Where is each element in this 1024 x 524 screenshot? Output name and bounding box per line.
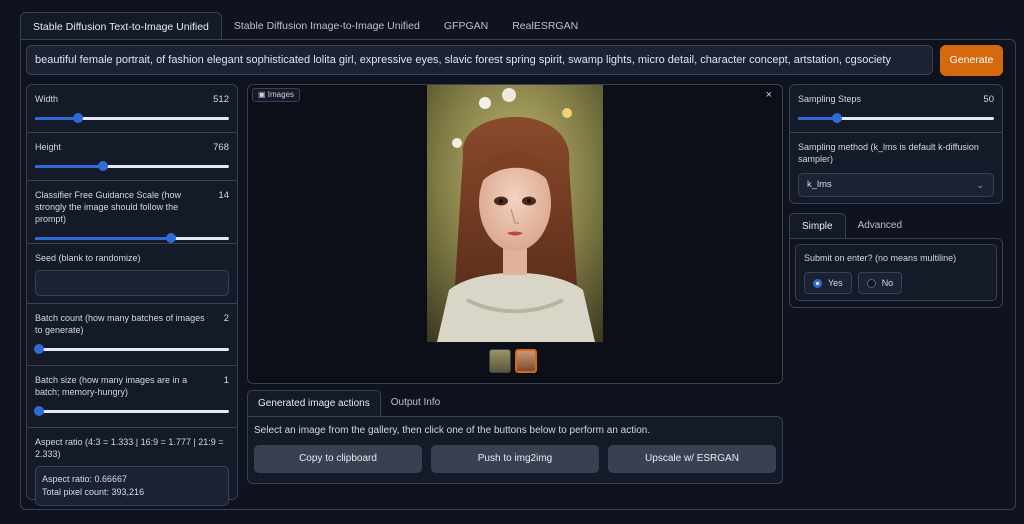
gallery-label-text: Images xyxy=(267,90,295,99)
cfg-value: 14 xyxy=(218,190,229,201)
slider-thumb[interactable] xyxy=(33,406,44,416)
thumbnail-2[interactable] xyxy=(515,349,537,373)
sampler-select[interactable]: k_lms ⌄ xyxy=(798,173,994,197)
cfg-label: Classifier Free Guidance Scale (how stro… xyxy=(35,190,182,224)
generated-portrait-image[interactable] xyxy=(427,85,603,342)
batch-size-block: Batch size (how many images are in a bat… xyxy=(27,366,237,428)
width-label: Width xyxy=(35,94,59,104)
batch-count-label: Batch count (how many batches of images … xyxy=(35,313,205,335)
thumbnail-1[interactable] xyxy=(489,349,511,373)
batch-count-value: 2 xyxy=(223,313,229,324)
sampler-block: Sampling method (k_lms is default k-diff… xyxy=(790,133,1002,197)
slider-thumb[interactable] xyxy=(33,344,44,354)
gallery-thumbnails xyxy=(489,349,537,373)
left-settings-panel: Width 512 Height 768 Classifier Free Gui… xyxy=(26,84,238,506)
steps-block: Sampling Steps 50 xyxy=(790,85,1002,133)
aspect-info-box: Aspect ratio: 0.66667 Total pixel count:… xyxy=(35,466,229,506)
seed-block: Seed (blank to randomize) xyxy=(27,244,237,304)
actions-body: Select an image from the gallery, then c… xyxy=(247,416,783,484)
radio-no[interactable]: No xyxy=(857,272,903,294)
slider-thumb[interactable] xyxy=(72,113,83,123)
batch-size-label: Batch size (how many images are in a bat… xyxy=(35,375,188,397)
pixel-count-text: Total pixel count: 393,216 xyxy=(42,487,145,497)
gallery-label: ▣ Images xyxy=(252,88,301,102)
batch-count-slider[interactable] xyxy=(33,344,229,354)
copy-to-clipboard-button[interactable]: Copy to clipboard xyxy=(254,445,422,473)
height-value: 768 xyxy=(213,142,229,153)
submit-on-enter-group: Submit on enter? (no means multiline) Ye… xyxy=(795,244,997,301)
right-settings-panel: Sampling Steps 50 Sampling method (k_lms… xyxy=(789,84,1003,204)
slider-thumb[interactable] xyxy=(165,233,176,243)
batch-size-value: 1 xyxy=(223,375,229,386)
batch-count-block: Batch count (how many batches of images … xyxy=(27,304,237,366)
tab-img2img[interactable]: Stable Diffusion Image-to-Image Unified xyxy=(222,12,432,40)
submit-on-enter-options: Yes No xyxy=(804,272,988,294)
height-block: Height 768 xyxy=(27,133,237,181)
cfg-block: Classifier Free Guidance Scale (how stro… xyxy=(27,181,237,244)
upscale-esrgan-button[interactable]: Upscale w/ ESRGAN xyxy=(608,445,776,473)
seed-label: Seed (blank to randomize) xyxy=(35,253,141,263)
prompt-input[interactable]: beautiful female portrait, of fashion el… xyxy=(26,45,933,75)
steps-slider[interactable] xyxy=(798,113,994,123)
radio-dot-selected xyxy=(813,278,822,288)
seed-input[interactable] xyxy=(35,270,229,296)
push-to-img2img-button[interactable]: Push to img2img xyxy=(431,445,599,473)
radio-yes[interactable]: Yes xyxy=(804,272,852,294)
tab-simple[interactable]: Simple xyxy=(789,213,846,239)
slider-thumb[interactable] xyxy=(832,113,843,123)
image-icon: ▣ xyxy=(258,90,266,99)
actions-buttons: Copy to clipboard Push to img2img Upscal… xyxy=(254,445,776,473)
mode-tabs: Simple Advanced xyxy=(789,213,914,239)
tab-gfpgan[interactable]: GFPGAN xyxy=(432,12,500,40)
tab-txt2img[interactable]: Stable Diffusion Text-to-Image Unified xyxy=(20,12,222,40)
height-label: Height xyxy=(35,142,62,152)
width-block: Width 512 xyxy=(27,85,237,133)
width-value: 512 xyxy=(213,94,229,105)
slider-thumb[interactable] xyxy=(97,161,108,171)
close-icon[interactable]: × xyxy=(766,89,772,101)
tab-realesrgan[interactable]: RealESRGAN xyxy=(500,12,590,40)
tab-generated-image-actions[interactable]: Generated image actions xyxy=(247,390,381,416)
sampler-value: k_lms xyxy=(807,179,832,190)
cfg-slider[interactable] xyxy=(35,233,229,243)
steps-label: Sampling Steps xyxy=(798,94,862,104)
batch-size-slider[interactable] xyxy=(33,406,229,416)
actions-hint: Select an image from the gallery, then c… xyxy=(254,425,651,436)
aspect-block: Aspect ratio (4:3 = 1.333 | 16:9 = 1.777… xyxy=(27,428,237,506)
actions-tabs: Generated image actions Output Info xyxy=(247,390,783,416)
steps-value: 50 xyxy=(983,94,994,105)
height-slider[interactable] xyxy=(35,161,229,171)
radio-yes-label: Yes xyxy=(828,278,843,288)
width-slider[interactable] xyxy=(35,113,229,123)
simple-panel: Submit on enter? (no means multiline) Ye… xyxy=(789,238,1003,308)
tab-advanced[interactable]: Advanced xyxy=(846,213,914,239)
chevron-down-icon: ⌄ xyxy=(976,180,984,190)
tab-output-info[interactable]: Output Info xyxy=(381,390,450,416)
sampler-label: Sampling method (k_lms is default k-diff… xyxy=(798,142,979,164)
top-tabs: Stable Diffusion Text-to-Image Unified S… xyxy=(20,12,1012,40)
aspect-ratio-text: Aspect ratio: 0.66667 xyxy=(42,474,128,484)
image-actions-panel: Generated image actions Output Info Sele… xyxy=(247,390,783,484)
aspect-label: Aspect ratio (4:3 = 1.333 | 16:9 = 1.777… xyxy=(35,437,224,459)
generate-button[interactable]: Generate xyxy=(940,45,1003,76)
radio-no-label: No xyxy=(881,278,894,288)
submit-on-enter-label: Submit on enter? (no means multiline) xyxy=(804,253,957,263)
image-gallery: ▣ Images × xyxy=(247,84,783,384)
radio-dot xyxy=(866,278,876,288)
